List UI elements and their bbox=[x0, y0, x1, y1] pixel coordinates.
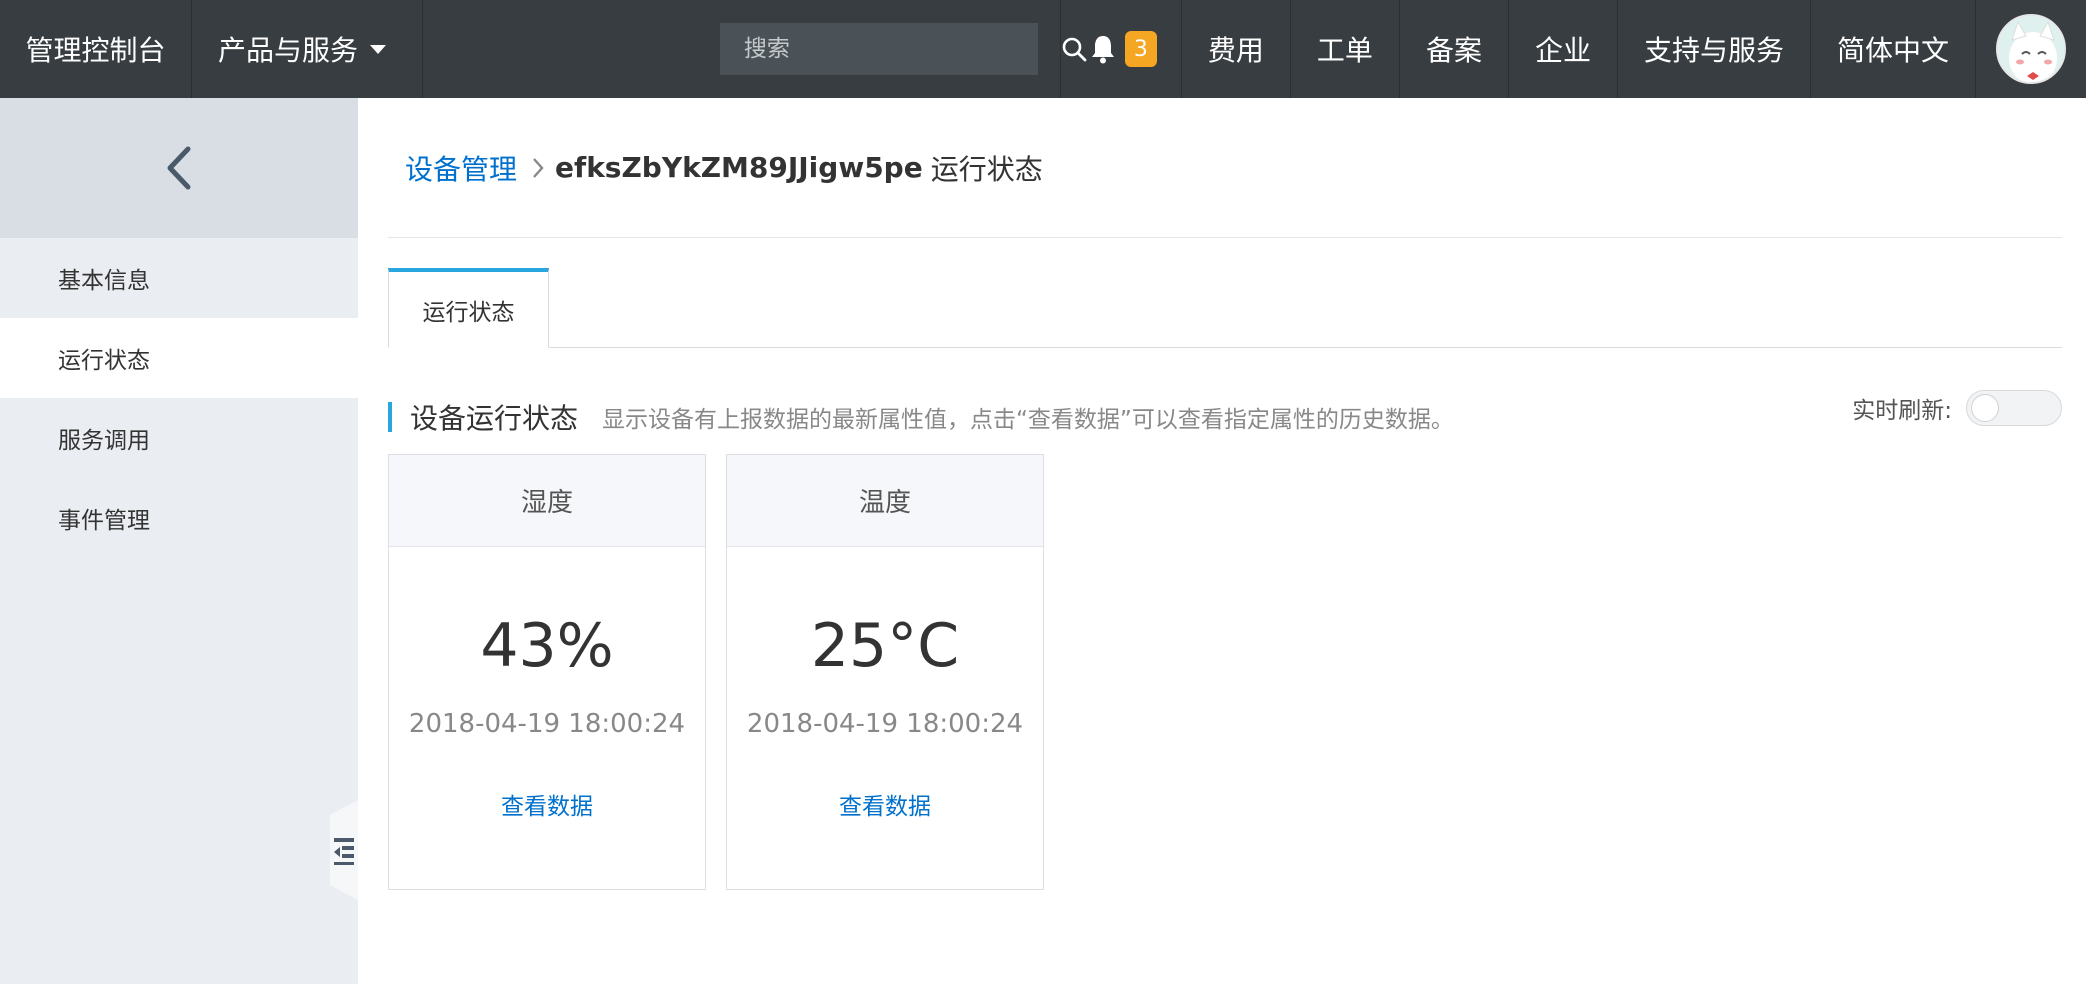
tab-running-status[interactable]: 运行状态 bbox=[388, 268, 549, 348]
realtime-refresh: 实时刷新: bbox=[1852, 390, 2062, 426]
products-menu-label: 产品与服务 bbox=[218, 34, 359, 67]
notifications-button[interactable]: 3 bbox=[1061, 0, 1182, 98]
section-title: 设备运行状态 bbox=[410, 402, 579, 435]
property-name: 温度 bbox=[727, 455, 1043, 547]
property-timestamp: 2018-04-19 18:00:24 bbox=[746, 709, 1024, 739]
chevron-right-icon bbox=[531, 156, 545, 180]
topbar-link-support[interactable]: 支持与服务 bbox=[1618, 0, 1811, 98]
sidebar-item-event-management[interactable]: 事件管理 bbox=[0, 478, 358, 558]
topbar-link-billing[interactable]: 费用 bbox=[1182, 0, 1291, 98]
console-home-link[interactable]: 管理控制台 bbox=[0, 0, 192, 98]
avatar bbox=[1996, 14, 2066, 84]
main-content: 设备管理 efksZbYkZM89JJigw5pe 运行状态 运行状态 设备运行… bbox=[388, 98, 2062, 890]
collapse-menu-icon bbox=[334, 838, 354, 865]
bell-icon bbox=[1091, 36, 1114, 64]
view-data-link[interactable]: 查看数据 bbox=[727, 787, 1043, 821]
breadcrumb-device-name: efksZbYkZM89JJigw5pe bbox=[555, 151, 923, 184]
sidebar-item-service-call[interactable]: 服务调用 bbox=[0, 398, 358, 478]
property-cards: 湿度 43% 2018-04-19 18:00:24 查看数据 温度 25°C … bbox=[388, 454, 2062, 890]
tab-bar: 运行状态 bbox=[388, 268, 2062, 348]
view-data-link[interactable]: 查看数据 bbox=[389, 787, 705, 821]
chevron-left-icon bbox=[167, 146, 191, 190]
notification-count-badge: 3 bbox=[1124, 31, 1157, 67]
breadcrumb: 设备管理 efksZbYkZM89JJigw5pe 运行状态 bbox=[388, 98, 2062, 238]
sidebar: 基本信息 运行状态 服务调用 事件管理 bbox=[0, 98, 358, 984]
property-name: 湿度 bbox=[389, 455, 705, 547]
topbar-link-icp[interactable]: 备案 bbox=[1400, 0, 1509, 98]
realtime-refresh-label: 实时刷新: bbox=[1852, 398, 1952, 424]
property-value: 25°C bbox=[810, 611, 960, 681]
sidebar-nav: 基本信息 运行状态 服务调用 事件管理 bbox=[0, 238, 358, 558]
sidebar-item-running-status[interactable]: 运行状态 bbox=[0, 318, 358, 398]
section-header: 设备运行状态 显示设备有上报数据的最新属性值，点击“查看数据”可以查看指定属性的… bbox=[388, 390, 2062, 435]
caret-down-icon bbox=[370, 44, 387, 54]
property-timestamp: 2018-04-19 18:00:24 bbox=[408, 709, 686, 739]
section-accent-bar bbox=[388, 402, 392, 432]
section-description: 显示设备有上报数据的最新属性值，点击“查看数据”可以查看指定属性的历史数据。 bbox=[602, 407, 1454, 433]
topbar-link-enterprise[interactable]: 企业 bbox=[1509, 0, 1618, 98]
products-menu[interactable]: 产品与服务 bbox=[192, 0, 423, 98]
property-value: 43% bbox=[480, 611, 614, 681]
top-navigation-bar: 管理控制台 产品与服务 3 费用 工单 备案 企业 支持与服务 简体中文 bbox=[0, 0, 2086, 98]
breadcrumb-page-title: 运行状态 bbox=[930, 152, 1043, 186]
back-button[interactable] bbox=[0, 98, 358, 238]
property-card-humidity: 湿度 43% 2018-04-19 18:00:24 查看数据 bbox=[388, 454, 706, 890]
search-input[interactable] bbox=[719, 23, 1061, 75]
search-area bbox=[719, 0, 1087, 98]
realtime-refresh-toggle[interactable] bbox=[1966, 390, 2062, 426]
user-menu[interactable] bbox=[1976, 0, 2086, 98]
search-box bbox=[719, 23, 1087, 75]
language-selector[interactable]: 简体中文 bbox=[1811, 0, 1976, 98]
topbar-link-tickets[interactable]: 工单 bbox=[1291, 0, 1400, 98]
sidebar-item-basic-info[interactable]: 基本信息 bbox=[0, 238, 358, 318]
collapse-sidebar-button[interactable] bbox=[330, 800, 358, 900]
toggle-knob bbox=[1971, 394, 1999, 422]
property-card-temperature: 温度 25°C 2018-04-19 18:00:24 查看数据 bbox=[726, 454, 1044, 890]
breadcrumb-device-management-link[interactable]: 设备管理 bbox=[405, 148, 517, 188]
